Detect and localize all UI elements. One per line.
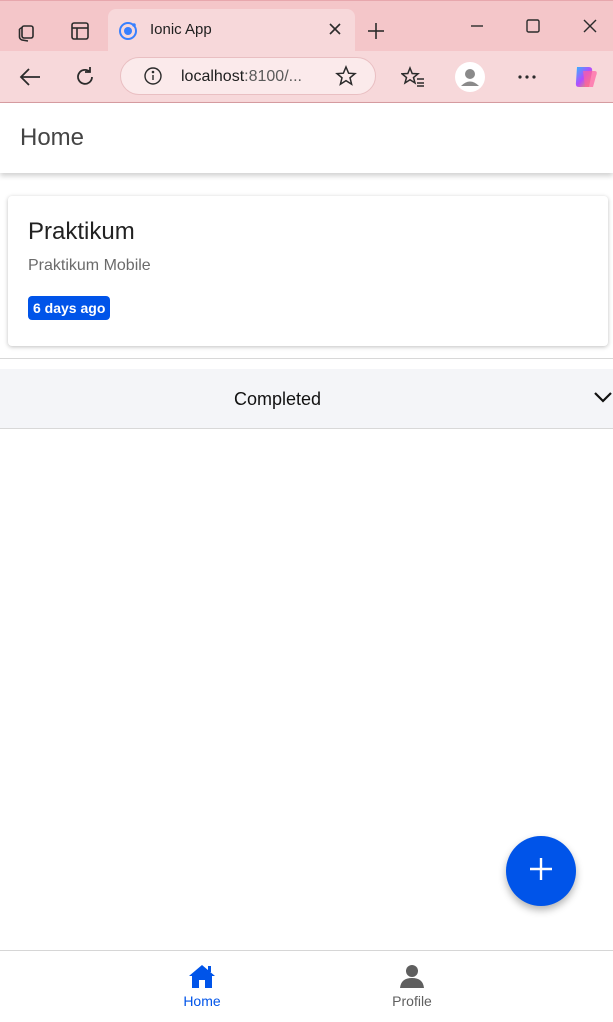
add-task-fab[interactable]	[506, 836, 576, 906]
tab-home-label: Home	[183, 993, 221, 1009]
person-icon	[399, 963, 425, 991]
url-text[interactable]: localhost:8100/...	[181, 68, 302, 86]
card-subtitle: Praktikum Mobile	[28, 257, 151, 274]
browser-window: Ionic App localhost:8100/...	[0, 0, 613, 103]
profile-avatar-icon[interactable]	[455, 62, 485, 92]
vertical-tabs-icon[interactable]	[69, 20, 91, 42]
card-title: Praktikum	[28, 218, 135, 245]
due-badge: 6 days ago	[28, 296, 111, 320]
bottom-tab-bar: Home Profile	[0, 950, 613, 1021]
url-path: :8100/...	[244, 68, 302, 85]
completed-accordion-header[interactable]: Completed	[0, 369, 613, 429]
favorites-icon[interactable]	[401, 66, 425, 88]
favorite-star-icon[interactable]	[335, 65, 357, 87]
page-title: Home	[20, 124, 85, 151]
refresh-icon[interactable]	[73, 65, 97, 89]
tab-profile[interactable]: Profile	[352, 951, 472, 1022]
more-icon[interactable]	[517, 74, 537, 80]
accordion-label: Completed	[234, 389, 322, 409]
url-host: localhost	[181, 68, 245, 85]
tab-home[interactable]: Home	[142, 951, 262, 1022]
new-tab-icon[interactable]	[366, 21, 386, 41]
site-info-icon[interactable]	[143, 66, 163, 86]
workspaces-icon[interactable]	[16, 21, 38, 43]
browser-toolbar: localhost:8100/...	[0, 51, 613, 103]
back-icon[interactable]	[18, 66, 42, 88]
task-card[interactable]: Praktikum Praktikum Mobile 6 days ago	[8, 196, 608, 346]
address-bar[interactable]: localhost:8100/...	[120, 57, 376, 95]
close-window-icon[interactable]	[582, 18, 598, 34]
copilot-icon[interactable]	[571, 63, 599, 91]
app-header: Home	[0, 103, 613, 173]
home-icon	[188, 963, 216, 991]
close-tab-icon[interactable]	[328, 22, 342, 41]
minimize-icon[interactable]	[469, 18, 485, 34]
tab-strip: Ionic App	[0, 1, 613, 53]
add-icon	[527, 855, 555, 888]
maximize-icon[interactable]	[525, 18, 541, 34]
ionic-favicon-icon	[118, 21, 138, 46]
tab-profile-label: Profile	[392, 993, 432, 1009]
browser-tab-active[interactable]: Ionic App	[108, 9, 355, 53]
chevron-down-icon[interactable]	[593, 390, 613, 409]
tab-title: Ionic App	[150, 21, 212, 38]
list-divider	[0, 358, 613, 359]
